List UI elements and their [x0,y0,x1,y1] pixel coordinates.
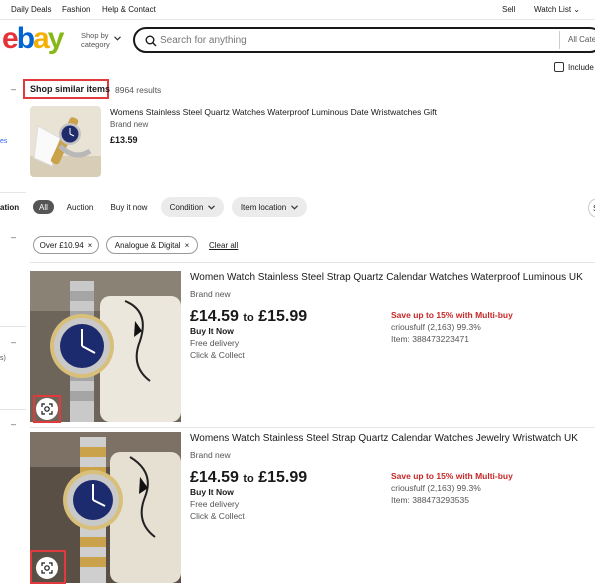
listing-condition: Brand new [190,289,231,299]
camera-search-icon[interactable] [36,398,58,420]
reference-item-price: £13.59 [110,135,138,145]
listing-condition: Brand new [190,450,231,460]
listing-title[interactable]: Women Watch Stainless Steel Strap Quartz… [190,272,583,283]
search-icon [145,34,157,47]
nav-link-sell[interactable]: Sell [502,5,515,14]
price-to: to [243,312,254,324]
include-checkbox[interactable] [554,62,564,72]
filter-chip-price[interactable]: Over £10.94 × [33,236,99,254]
sidebar-count-fragment: s) [0,355,6,362]
listing-delivery: Free delivery [190,499,240,509]
category-select[interactable]: All Cate [568,35,595,44]
section-divider [30,262,595,263]
shop-by-line2: category [81,40,110,49]
item-location-dropdown-label: Item location [240,202,287,212]
nav-link-daily-deals[interactable]: Daily Deals [11,5,51,14]
top-nav: Daily Deals Fashion Help & Contact Sell … [0,0,595,20]
listing-delivery: Free delivery [190,338,240,348]
include-label: Include [568,63,594,72]
tab-auction[interactable]: Auction [62,198,98,216]
tab-all[interactable]: All [33,200,54,214]
listing-format: Buy It Now [190,326,234,336]
chevron-down-icon [208,204,216,210]
chevron-down-icon: ⌄ [573,5,580,14]
close-icon[interactable]: × [88,241,93,250]
item-location-dropdown[interactable]: Item location [232,197,307,217]
sidebar-divider [0,409,26,410]
nav-link-watch-list[interactable]: Watch List ⌄ [534,5,580,14]
chevron-down-icon [291,204,299,210]
price-high: £15.99 [258,469,308,486]
shop-by-category-button[interactable]: Shop by category [81,31,110,49]
sidebar-divider [0,192,26,193]
sidebar-collapse-toggle[interactable]: – [11,419,16,429]
listing-title[interactable]: Womens Watch Stainless Steel Strap Quart… [190,433,578,444]
price-low: £14.59 [190,308,239,325]
listing-price: £14.59 to £15.99 [190,308,307,326]
camera-search-icon[interactable] [36,557,58,579]
logo-letter-a: a [33,22,50,55]
sidebar-collapse-toggle[interactable]: – [11,84,16,94]
logo-letter-b: b [16,22,35,55]
filter-chip-display[interactable]: Analogue & Digital × [106,236,198,254]
sidebar-collapse-toggle[interactable]: – [11,232,16,242]
listing-item-number: Item: 388473293535 [391,495,469,505]
close-icon[interactable]: × [185,241,190,250]
listing-promo: Save up to 15% with Multi-buy [391,471,513,481]
filter-overflow-pill[interactable]: S [588,198,595,218]
nav-link-help-contact[interactable]: Help & Contact [102,5,156,14]
sidebar-heading-fragment: ation [0,203,20,212]
search-divider [559,31,560,49]
price-to: to [243,473,254,485]
condition-dropdown-label: Condition [169,202,204,212]
search-input[interactable] [160,33,540,48]
filter-chip-price-label: Over £10.94 [39,240,84,250]
sidebar-divider [0,326,26,327]
section-divider [30,427,595,428]
condition-dropdown[interactable]: Condition [161,197,224,217]
results-count: 8964 results [115,85,162,95]
logo-letter-e: e [2,22,19,55]
watch-list-label: Watch List [534,5,572,14]
listing-click-collect: Click & Collect [190,511,245,521]
listing-click-collect: Click & Collect [190,350,245,360]
sidebar-link-fragment[interactable]: es [0,138,7,145]
chevron-down-icon[interactable] [114,34,121,43]
ebay-logo[interactable]: ebay [2,22,65,56]
listing-seller: criousfulf (2,163) 99.3% [391,483,481,493]
listing-promo: Save up to 15% with Multi-buy [391,310,513,320]
sidebar-collapse-toggle[interactable]: – [11,337,16,347]
listing-seller: criousfulf (2,163) 99.3% [391,322,481,332]
nav-divider [0,19,595,20]
nav-link-fashion[interactable]: Fashion [62,5,90,14]
listing-price: £14.59 to £15.99 [190,469,307,487]
reference-item-title[interactable]: Womens Stainless Steel Quartz Watches Wa… [110,107,437,117]
listing-item-number: Item: 388473223471 [391,334,469,344]
logo-letter-y: y [47,22,65,55]
price-high: £15.99 [258,308,308,325]
shop-similar-items-heading: Shop similar items [30,84,111,94]
price-low: £14.59 [190,469,239,486]
tab-buy-it-now[interactable]: Buy it now [108,198,150,216]
reference-item-condition: Brand new [110,120,149,129]
filter-chip-display-label: Analogue & Digital [114,240,181,250]
reference-item-image[interactable] [30,106,101,177]
shop-by-line1: Shop by [81,31,109,40]
listing-format: Buy It Now [190,487,234,497]
clear-all-link[interactable]: Clear all [209,241,238,250]
search-bar: All Cate [133,27,595,53]
